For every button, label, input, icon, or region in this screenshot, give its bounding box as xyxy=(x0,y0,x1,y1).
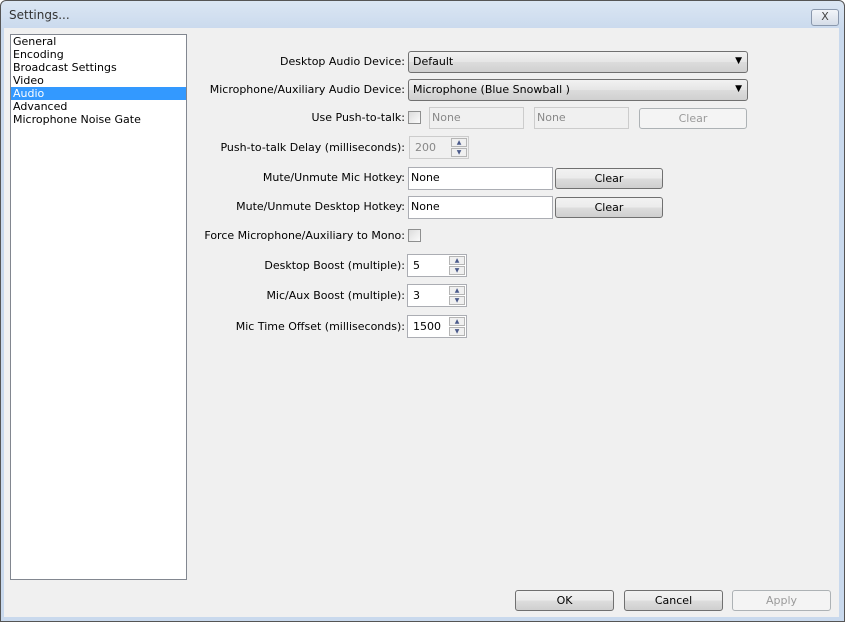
ptt-hotkey-2[interactable]: None xyxy=(534,107,629,129)
mic-device-label: Microphone/Auxiliary Audio Device: xyxy=(209,83,405,96)
mute-mic-clear-button[interactable]: Clear xyxy=(555,168,663,189)
mic-device-value: Microphone (Blue Snowball ) xyxy=(413,83,570,96)
sidebar-item-broadcast-settings[interactable]: Broadcast Settings xyxy=(11,61,186,74)
ptt-label: Use Push-to-talk: xyxy=(311,111,405,124)
mic-offset-label: Mic Time Offset (milliseconds): xyxy=(235,320,405,333)
mute-mic-label: Mute/Unmute Mic Hotkey: xyxy=(262,171,405,184)
desktop-device-value: Default xyxy=(413,55,454,68)
mute-mic-hotkey-input[interactable]: None xyxy=(408,167,553,190)
sidebar-item-advanced[interactable]: Advanced xyxy=(11,100,186,113)
ptt-hotkey-1[interactable]: None xyxy=(429,107,524,129)
spin-down-icon[interactable]: ▼ xyxy=(449,327,465,336)
mute-desktop-label: Mute/Unmute Desktop Hotkey: xyxy=(236,200,405,213)
spin-down-icon[interactable]: ▼ xyxy=(449,296,465,305)
mono-label: Force Microphone/Auxiliary to Mono: xyxy=(204,229,405,242)
sidebar-item-general[interactable]: General xyxy=(11,35,186,48)
mic-boost-value: 3 xyxy=(413,289,420,302)
sidebar-item-noise-gate[interactable]: Microphone Noise Gate xyxy=(11,113,186,126)
desktop-boost-spinbox[interactable]: 5 ▲ ▼ xyxy=(407,254,467,277)
mic-offset-spinbox[interactable]: 1500 ▲ ▼ xyxy=(407,315,467,338)
cancel-button[interactable]: Cancel xyxy=(624,590,723,611)
sidebar-item-video[interactable]: Video xyxy=(11,74,186,87)
window-title: Settings... xyxy=(9,8,70,22)
chevron-down-icon: ▼ xyxy=(735,84,742,94)
apply-button[interactable]: Apply xyxy=(732,590,831,611)
desktop-boost-label: Desktop Boost (multiple): xyxy=(264,259,405,272)
mute-desktop-hotkey-input[interactable]: None xyxy=(408,196,553,219)
mic-boost-label: Mic/Aux Boost (multiple): xyxy=(266,289,405,302)
ptt-delay-spinbox[interactable]: 200 ▲ ▼ xyxy=(409,136,469,159)
mono-checkbox[interactable] xyxy=(408,229,421,242)
mic-offset-value: 1500 xyxy=(413,320,441,333)
desktop-boost-value: 5 xyxy=(413,259,420,272)
ptt-delay-value: 200 xyxy=(415,141,436,154)
chevron-down-icon: ▼ xyxy=(735,56,742,66)
ptt-checkbox[interactable] xyxy=(408,111,421,124)
spin-down-icon[interactable]: ▼ xyxy=(449,266,465,275)
mute-desktop-clear-button[interactable]: Clear xyxy=(555,197,663,218)
spin-up-icon[interactable]: ▲ xyxy=(449,286,465,295)
settings-category-list[interactable]: General Encoding Broadcast Settings Vide… xyxy=(10,34,187,580)
desktop-device-dropdown[interactable]: Default ▼ xyxy=(408,51,748,73)
desktop-device-label: Desktop Audio Device: xyxy=(280,55,405,68)
spin-down-icon[interactable]: ▼ xyxy=(451,148,467,157)
ptt-delay-label: Push-to-talk Delay (milliseconds): xyxy=(220,141,405,154)
sidebar-item-encoding[interactable]: Encoding xyxy=(11,48,186,61)
ok-button[interactable]: OK xyxy=(515,590,614,611)
close-button[interactable]: X xyxy=(811,9,839,26)
spin-up-icon[interactable]: ▲ xyxy=(449,317,465,326)
spin-up-icon[interactable]: ▲ xyxy=(451,138,467,147)
mic-boost-spinbox[interactable]: 3 ▲ ▼ xyxy=(407,284,467,307)
mic-device-dropdown[interactable]: Microphone (Blue Snowball ) ▼ xyxy=(408,79,748,101)
ptt-clear-button[interactable]: Clear xyxy=(639,108,747,129)
spin-up-icon[interactable]: ▲ xyxy=(449,256,465,265)
sidebar-item-audio[interactable]: Audio xyxy=(11,87,186,100)
